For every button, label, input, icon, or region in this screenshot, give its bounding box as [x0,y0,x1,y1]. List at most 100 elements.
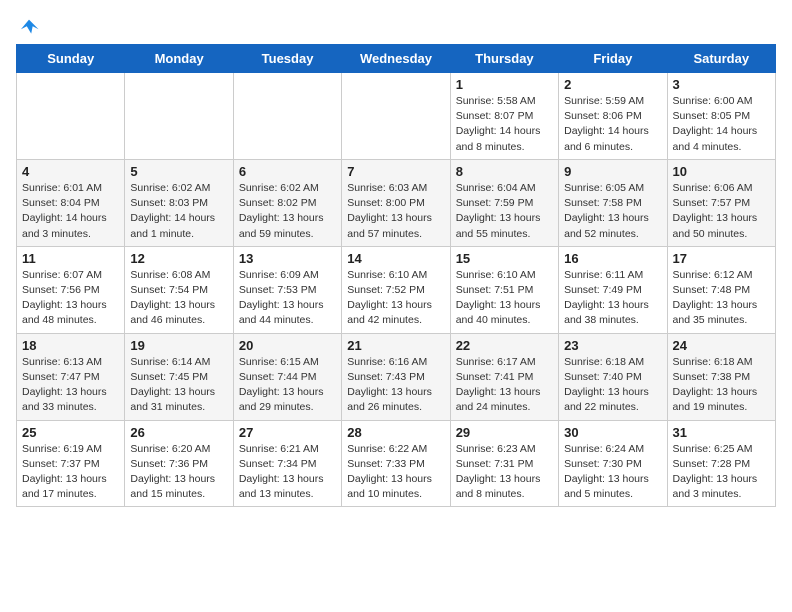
day-number: 15 [456,251,553,266]
calendar-cell [125,73,233,160]
day-number: 27 [239,425,336,440]
calendar-cell: 20 Sunrise: 6:15 AM Sunset: 7:44 PM Dayli… [233,333,341,420]
calendar-cell: 3Sunrise: 6:00 AM Sunset: 8:05 PM Daylig… [667,73,775,160]
dow-header-friday: Friday [559,45,667,73]
day-info: Sunrise: 5:58 AM Sunset: 8:07 PM Dayligh… [456,94,553,155]
day-of-week-header-row: SundayMondayTuesdayWednesdayThursdayFrid… [17,45,776,73]
calendar-cell: 7Sunrise: 6:03 AM Sunset: 8:00 PM Daylig… [342,159,450,246]
calendar-cell: 16 Sunrise: 6:11 AM Sunset: 7:49 PM Dayli… [559,246,667,333]
calendar-week-row: 25Sunrise: 6:19 AM Sunset: 7:37 PM Dayli… [17,420,776,507]
day-info: Sunrise: 6:20 AM Sunset: 7:36 PM Dayligh… [130,442,227,503]
day-number: 4 [22,164,119,179]
day-info: Sunrise: 6:17 AM Sunset: 7:41 PM Dayligh… [456,355,553,416]
day-info: Sunrise: 6:21 AM Sunset: 7:34 PM Dayligh… [239,442,336,503]
calendar-cell: 27 Sunrise: 6:21 AM Sunset: 7:34 PM Dayli… [233,420,341,507]
day-number: 2 [564,77,661,92]
day-info: Sunrise: 6:02 AM Sunset: 8:02 PM Dayligh… [239,181,336,242]
day-number: 1 [456,77,553,92]
calendar-cell: 11 Sunrise: 6:07 AM Sunset: 7:56 PM Dayli… [17,246,125,333]
calendar-cell: 19 Sunrise: 6:14 AM Sunset: 7:45 PM Dayli… [125,333,233,420]
calendar-week-row: 1 Sunrise: 5:58 AM Sunset: 8:07 PM Daylig… [17,73,776,160]
day-number: 12 [130,251,227,266]
calendar-cell: 31Sunrise: 6:25 AM Sunset: 7:28 PM Dayli… [667,420,775,507]
day-info: Sunrise: 6:10 AM Sunset: 7:51 PM Dayligh… [456,268,553,329]
day-info: Sunrise: 6:25 AM Sunset: 7:28 PM Dayligh… [673,442,770,503]
day-info: Sunrise: 6:06 AM Sunset: 7:57 PM Dayligh… [673,181,770,242]
day-number: 29 [456,425,553,440]
day-number: 7 [347,164,444,179]
day-number: 22 [456,338,553,353]
day-number: 13 [239,251,336,266]
calendar-cell: 8 Sunrise: 6:04 AM Sunset: 7:59 PM Daylig… [450,159,558,246]
dow-header-monday: Monday [125,45,233,73]
day-info: Sunrise: 6:09 AM Sunset: 7:53 PM Dayligh… [239,268,336,329]
day-info: Sunrise: 6:18 AM Sunset: 7:38 PM Dayligh… [673,355,770,416]
calendar-cell: 9Sunrise: 6:05 AM Sunset: 7:58 PM Daylig… [559,159,667,246]
day-info: Sunrise: 6:23 AM Sunset: 7:31 PM Dayligh… [456,442,553,503]
calendar-cell: 18 Sunrise: 6:13 AM Sunset: 7:47 PM Dayli… [17,333,125,420]
calendar-cell [342,73,450,160]
dow-header-saturday: Saturday [667,45,775,73]
page-header [16,16,776,34]
day-number: 6 [239,164,336,179]
day-number: 14 [347,251,444,266]
day-number: 17 [673,251,770,266]
calendar-week-row: 4 Sunrise: 6:01 AM Sunset: 8:04 PM Daylig… [17,159,776,246]
day-info: Sunrise: 6:08 AM Sunset: 7:54 PM Dayligh… [130,268,227,329]
day-info: Sunrise: 6:13 AM Sunset: 7:47 PM Dayligh… [22,355,119,416]
calendar-cell: 15 Sunrise: 6:10 AM Sunset: 7:51 PM Dayli… [450,246,558,333]
dow-header-wednesday: Wednesday [342,45,450,73]
calendar-cell: 24 Sunrise: 6:18 AM Sunset: 7:38 PM Dayli… [667,333,775,420]
day-info: Sunrise: 6:12 AM Sunset: 7:48 PM Dayligh… [673,268,770,329]
calendar-cell: 29 Sunrise: 6:23 AM Sunset: 7:31 PM Dayli… [450,420,558,507]
day-number: 11 [22,251,119,266]
day-number: 18 [22,338,119,353]
day-number: 28 [347,425,444,440]
calendar-cell: 6 Sunrise: 6:02 AM Sunset: 8:02 PM Daylig… [233,159,341,246]
day-number: 20 [239,338,336,353]
dow-header-thursday: Thursday [450,45,558,73]
calendar-cell: 2 Sunrise: 5:59 AM Sunset: 8:06 PM Daylig… [559,73,667,160]
day-number: 30 [564,425,661,440]
day-number: 8 [456,164,553,179]
day-info: Sunrise: 6:15 AM Sunset: 7:44 PM Dayligh… [239,355,336,416]
day-number: 26 [130,425,227,440]
day-info: Sunrise: 6:01 AM Sunset: 8:04 PM Dayligh… [22,181,119,242]
calendar-week-row: 11 Sunrise: 6:07 AM Sunset: 7:56 PM Dayli… [17,246,776,333]
calendar-cell: 12 Sunrise: 6:08 AM Sunset: 7:54 PM Dayli… [125,246,233,333]
calendar-cell: 5Sunrise: 6:02 AM Sunset: 8:03 PM Daylig… [125,159,233,246]
day-info: Sunrise: 6:04 AM Sunset: 7:59 PM Dayligh… [456,181,553,242]
day-number: 9 [564,164,661,179]
day-number: 21 [347,338,444,353]
day-number: 3 [673,77,770,92]
calendar-cell: 14 Sunrise: 6:10 AM Sunset: 7:52 PM Dayli… [342,246,450,333]
day-number: 24 [673,338,770,353]
day-info: Sunrise: 6:02 AM Sunset: 8:03 PM Dayligh… [130,181,227,242]
day-info: Sunrise: 6:11 AM Sunset: 7:49 PM Dayligh… [564,268,661,329]
day-info: Sunrise: 6:10 AM Sunset: 7:52 PM Dayligh… [347,268,444,329]
day-info: Sunrise: 6:07 AM Sunset: 7:56 PM Dayligh… [22,268,119,329]
logo-bird-icon [18,16,40,38]
calendar-cell: 17 Sunrise: 6:12 AM Sunset: 7:48 PM Dayli… [667,246,775,333]
logo [16,16,40,34]
calendar-cell: 21Sunrise: 6:16 AM Sunset: 7:43 PM Dayli… [342,333,450,420]
day-info: Sunrise: 6:14 AM Sunset: 7:45 PM Dayligh… [130,355,227,416]
day-info: Sunrise: 6:22 AM Sunset: 7:33 PM Dayligh… [347,442,444,503]
day-info: Sunrise: 6:24 AM Sunset: 7:30 PM Dayligh… [564,442,661,503]
calendar-cell [17,73,125,160]
day-info: Sunrise: 5:59 AM Sunset: 8:06 PM Dayligh… [564,94,661,155]
dow-header-tuesday: Tuesday [233,45,341,73]
calendar-cell: 25Sunrise: 6:19 AM Sunset: 7:37 PM Dayli… [17,420,125,507]
calendar-week-row: 18 Sunrise: 6:13 AM Sunset: 7:47 PM Dayli… [17,333,776,420]
day-number: 25 [22,425,119,440]
calendar-cell: 23Sunrise: 6:18 AM Sunset: 7:40 PM Dayli… [559,333,667,420]
calendar-cell: 30 Sunrise: 6:24 AM Sunset: 7:30 PM Dayli… [559,420,667,507]
calendar-cell: 10Sunrise: 6:06 AM Sunset: 7:57 PM Dayli… [667,159,775,246]
day-number: 16 [564,251,661,266]
day-number: 19 [130,338,227,353]
calendar-cell [233,73,341,160]
calendar-body: 1 Sunrise: 5:58 AM Sunset: 8:07 PM Daylig… [17,73,776,507]
calendar-cell: 4 Sunrise: 6:01 AM Sunset: 8:04 PM Daylig… [17,159,125,246]
dow-header-sunday: Sunday [17,45,125,73]
day-info: Sunrise: 6:18 AM Sunset: 7:40 PM Dayligh… [564,355,661,416]
